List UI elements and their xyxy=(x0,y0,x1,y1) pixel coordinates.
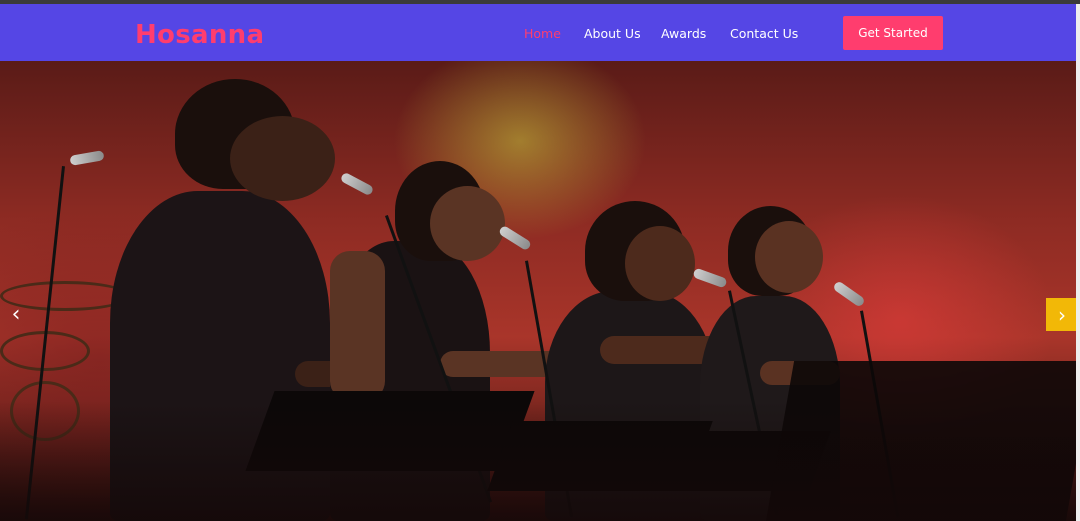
window-edge xyxy=(1076,4,1080,521)
get-started-button[interactable]: Get Started xyxy=(843,16,943,50)
nav-link-about-us[interactable]: About Us xyxy=(584,26,641,41)
chevron-right-icon[interactable]: › xyxy=(1046,298,1078,331)
navbar: Hosanna Home About Us Awards Contact Us … xyxy=(0,4,1080,61)
hero-carousel xyxy=(0,61,1080,521)
microphone xyxy=(832,280,866,308)
microphone xyxy=(692,267,728,289)
nav-link-contact-us[interactable]: Contact Us xyxy=(730,26,798,41)
microphone xyxy=(69,150,105,166)
nav-link-awards[interactable]: Awards xyxy=(661,26,706,41)
nav-link-home[interactable]: Home xyxy=(524,26,561,41)
microphone xyxy=(339,171,375,197)
choir-performance-photo xyxy=(0,61,1080,521)
chevron-left-icon[interactable]: ‹ xyxy=(4,297,28,331)
brand-logo[interactable]: Hosanna xyxy=(135,20,264,50)
microphone xyxy=(497,224,533,252)
